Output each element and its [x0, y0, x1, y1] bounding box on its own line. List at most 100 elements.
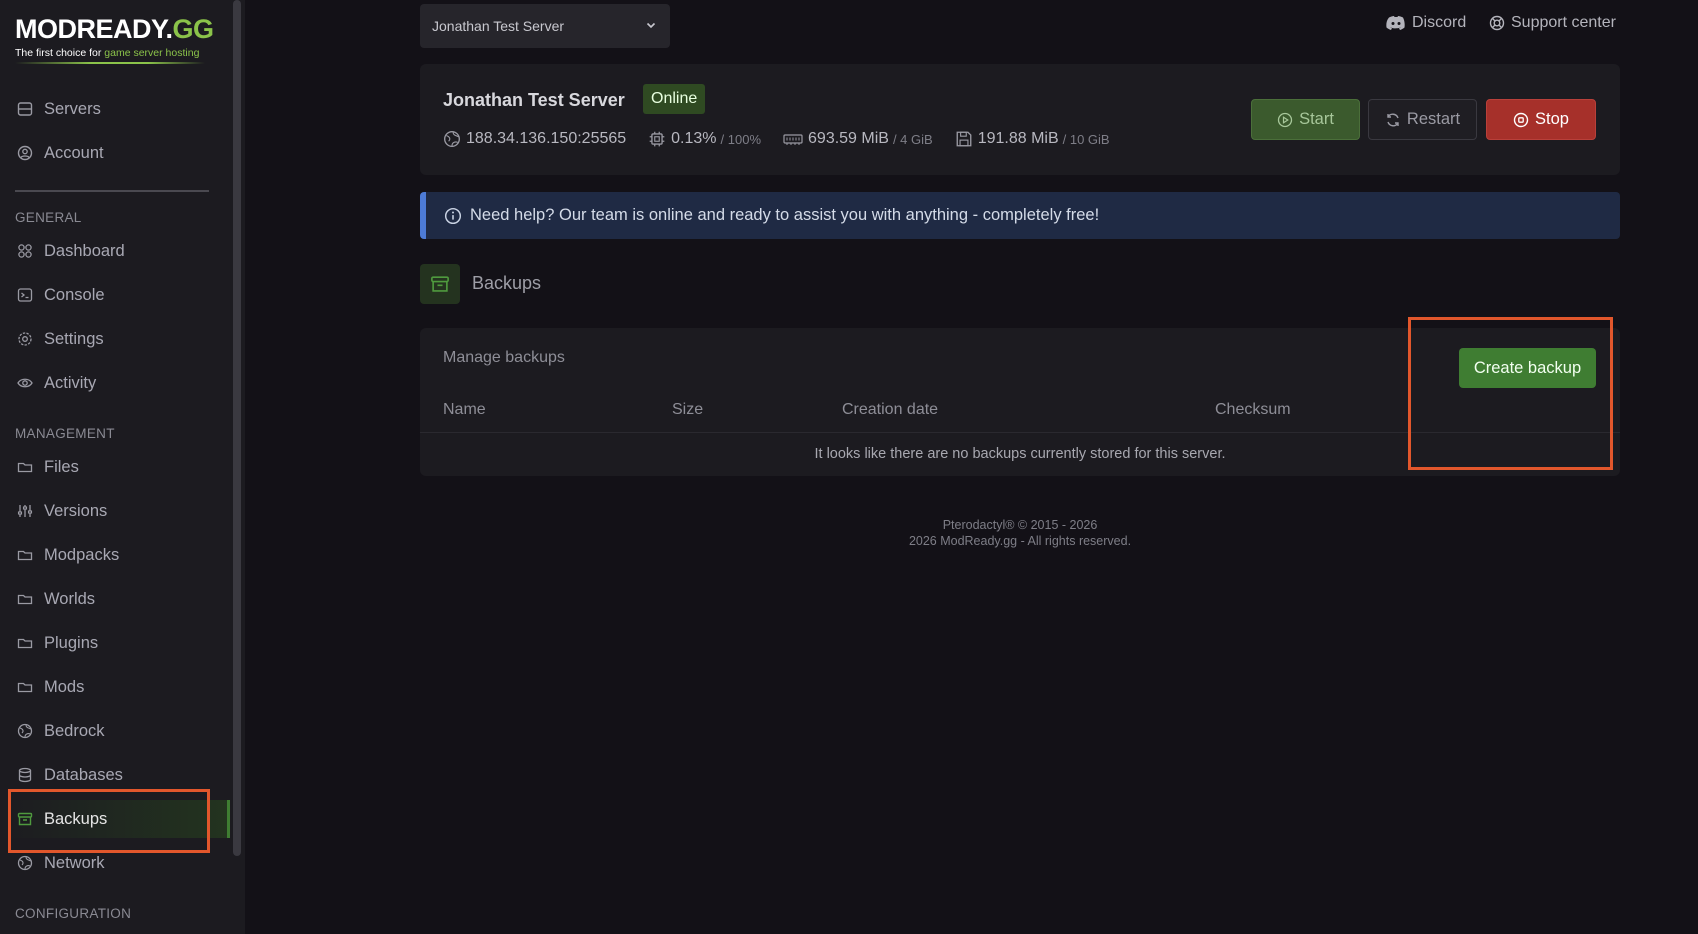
sidebar-item-bedrock[interactable]: Bedrock	[0, 712, 230, 750]
sidebar-item-label: Versions	[44, 501, 108, 520]
server-status-card: Jonathan Test Server Online 188.34.136.1…	[420, 64, 1620, 175]
stop-circle-icon	[1513, 112, 1529, 128]
discord-link[interactable]: Discord	[1386, 14, 1466, 32]
restart-label: Restart	[1406, 110, 1461, 128]
folder-icon	[16, 546, 34, 564]
chevron-down-icon	[644, 18, 658, 35]
footer-rights: 2026 ModReady.gg - All rights reserved.	[908, 534, 1132, 548]
archive-icon	[420, 264, 460, 304]
grid-icon	[16, 242, 34, 260]
start-button[interactable]: Start	[1251, 99, 1360, 140]
sidebar-item-files[interactable]: Files	[0, 448, 230, 486]
sidebar-item-mods[interactable]: Mods	[0, 668, 230, 706]
cpu-limit: / 100%	[720, 131, 762, 147]
sidebar-item-dashboard[interactable]: Dashboard	[0, 232, 230, 270]
sidebar-divider	[15, 190, 209, 192]
discord-icon	[1386, 15, 1406, 31]
sidebar-item-account[interactable]: Account	[0, 134, 230, 172]
logo-wordmark: MODREADY.GG	[15, 14, 214, 44]
sidebar-item-label: Console	[44, 285, 105, 304]
stat-disk: 191.88 MiB / 10 GiB	[955, 130, 1110, 148]
footer: Pterodactyl® © 2015 - 2026 2026 ModReady…	[420, 517, 1620, 549]
sidebar-item-versions[interactable]: Versions	[0, 492, 230, 530]
gear-icon	[16, 330, 34, 348]
status-badge: Online	[643, 84, 706, 114]
sidebar-item-label: Worlds	[44, 589, 96, 608]
sidebar-item-modpacks[interactable]: Modpacks	[0, 536, 230, 574]
stop-label: Stop	[1535, 110, 1569, 128]
sidebar-item-settings[interactable]: Settings	[0, 320, 230, 358]
lifebuoy-icon	[1489, 15, 1505, 31]
folder-icon	[16, 590, 34, 608]
memory-limit: / 4 GiB	[892, 131, 933, 147]
sidebar-item-label: Dashboard	[44, 241, 125, 260]
sidebar-item-label: Plugins	[44, 633, 99, 652]
support-center-label: Support center	[1511, 14, 1616, 31]
cpu-icon	[648, 130, 666, 148]
memory-icon	[783, 131, 803, 147]
refresh-icon	[1385, 112, 1401, 128]
sidebar-item-label: Servers	[44, 99, 101, 118]
footer-copyright: Pterodactyl® © 2015 - 2026	[942, 518, 1098, 532]
cpu-usage: 0.13%	[671, 130, 717, 147]
support-center-link[interactable]: Support center	[1489, 14, 1616, 32]
info-icon	[444, 207, 462, 225]
alert-text: Need help? Our team is online and ready …	[470, 206, 1100, 224]
server-select-value: Jonathan Test Server	[432, 18, 565, 34]
folder-icon	[16, 678, 34, 696]
manage-backups-title: Manage backups	[443, 349, 565, 366]
eye-icon	[16, 374, 34, 392]
sidebar-item-label: Mods	[44, 677, 85, 696]
save-icon	[955, 130, 973, 148]
disk-usage: 191.88 MiB	[977, 130, 1059, 147]
stat-memory: 693.59 MiB / 4 GiB	[783, 130, 933, 148]
sidebar-item-console[interactable]: Console	[0, 276, 230, 314]
server-select[interactable]: Jonathan Test Server	[420, 4, 670, 48]
folder-icon	[16, 458, 34, 476]
page-title: Backups	[472, 273, 542, 293]
globe-icon	[16, 722, 34, 740]
stat-cpu: 0.13% / 100%	[648, 130, 761, 148]
sidebar-item-label: Settings	[44, 329, 104, 348]
sidebar-heading-management: MANAGEMENT	[15, 426, 115, 441]
sliders-icon	[16, 502, 34, 520]
disk-limit: / 10 GiB	[1062, 131, 1110, 147]
server-icon	[16, 100, 34, 118]
logo-tagline: The first choice for game server hosting	[15, 47, 200, 59]
sidebar-item-activity[interactable]: Activity	[0, 364, 230, 402]
app-root: MODREADY.GG The first choice for game se…	[0, 0, 1698, 934]
stat-address: 188.34.136.150:25565	[443, 130, 626, 148]
server-address[interactable]: 188.34.136.150:25565	[466, 130, 626, 148]
sidebar-item-servers[interactable]: Servers	[0, 90, 230, 128]
sidebar-heading-configuration: CONFIGURATION	[15, 906, 132, 921]
sidebar-item-label: Modpacks	[44, 545, 120, 564]
globe-icon	[16, 854, 34, 872]
stop-button[interactable]: Stop	[1486, 99, 1596, 140]
discord-label: Discord	[1412, 14, 1467, 31]
sidebar-item-plugins[interactable]: Plugins	[0, 624, 230, 662]
server-stats: 188.34.136.150:25565 0.13% / 100% 693.59…	[443, 130, 1132, 148]
logo-underline	[15, 62, 205, 64]
database-icon	[16, 766, 34, 784]
terminal-icon	[16, 286, 34, 304]
user-circle-icon	[16, 144, 34, 162]
highlight-box-create-backup	[1408, 317, 1613, 470]
start-label: Start	[1299, 110, 1334, 128]
sidebar-item-worlds[interactable]: Worlds	[0, 580, 230, 618]
play-circle-icon	[1277, 112, 1293, 128]
sidebar-item-label: Account	[44, 143, 104, 162]
sidebar-item-label: Bedrock	[44, 721, 105, 740]
highlight-box-backups-nav	[8, 789, 210, 853]
restart-button[interactable]: Restart	[1368, 99, 1477, 140]
sidebar-item-label: Files	[44, 457, 79, 476]
column-header-name: Name	[443, 401, 486, 418]
brand-logo[interactable]: MODREADY.GG The first choice for game se…	[15, 14, 214, 64]
sidebar-item-label: Activity	[44, 373, 97, 392]
sidebar-heading-general: GENERAL	[15, 210, 82, 225]
help-alert: Need help? Our team is online and ready …	[420, 192, 1620, 239]
globe-icon	[443, 130, 461, 148]
column-header-checksum: Checksum	[1215, 401, 1291, 418]
sidebar-scrollbar[interactable]	[233, 0, 241, 856]
sidebar-item-label: Databases	[44, 765, 123, 784]
memory-usage: 693.59 MiB	[808, 130, 889, 147]
